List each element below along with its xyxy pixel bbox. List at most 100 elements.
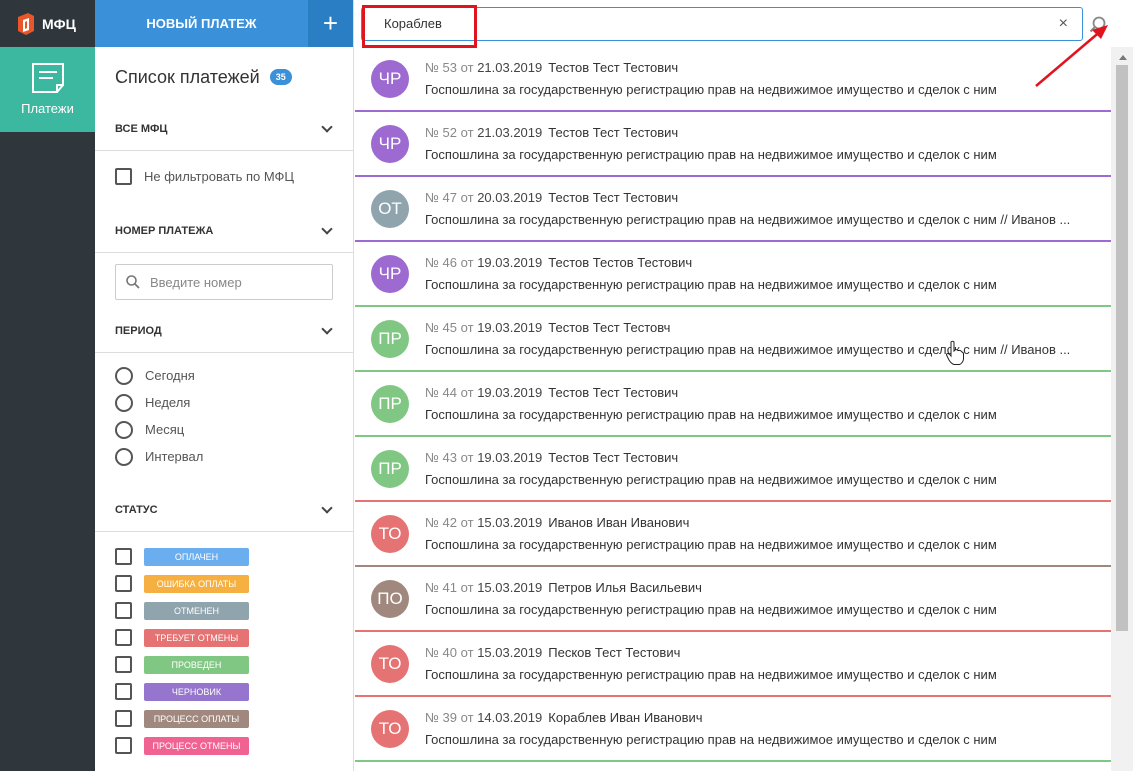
status-filter-option[interactable]: ОТМЕНЕН	[95, 597, 353, 624]
avatar: ОТ	[371, 189, 409, 228]
period-option-month[interactable]: Месяц	[95, 416, 353, 443]
payment-row[interactable]: ОТ № 47 от 20.03.2019 Тестов Тест Тестович…	[355, 177, 1111, 242]
scroll-thumb[interactable]	[1116, 65, 1128, 631]
payment-number-placeholder: Введите номер	[150, 274, 242, 290]
status-filter-option[interactable]: ОПЛАЧЕН	[95, 543, 353, 570]
payment-description: Госпошлина за государственную регистраци…	[425, 82, 997, 97]
no-filter-mfc-option[interactable]: Не фильтровать по МФЦ	[95, 151, 353, 201]
payment-row[interactable]: ПР № 45 от 19.03.2019 Тестов Тест Тестовч Г…	[355, 307, 1111, 372]
payment-number: № 45	[425, 320, 458, 335]
payment-description: Госпошлина за государственную регистраци…	[425, 472, 997, 487]
logo[interactable]: МФЦ	[0, 0, 95, 47]
section-period-toggle[interactable]: ПЕРИОД	[95, 309, 353, 353]
payment-row[interactable]: ЧР № 53 от 21.03.2019 Тестов Тест Тестович…	[355, 47, 1111, 112]
status-checkbox[interactable]	[115, 548, 132, 565]
payment-date-prefix: от	[460, 320, 474, 335]
payer-name: Кораблев Иван Иванович	[548, 710, 703, 725]
section-status-toggle[interactable]: СТАТУС	[95, 488, 353, 532]
payment-description: Госпошлина за государственную регистраци…	[425, 537, 997, 552]
status-checkbox[interactable]	[115, 629, 132, 646]
status-badge: ЧЕРНОВИК	[144, 682, 249, 701]
status-badge: ОШИБКА ОПЛАТЫ	[144, 574, 249, 593]
payment-date: 19.03.2019	[477, 320, 543, 335]
payment-description: Госпошлина за государственную регистраци…	[425, 407, 997, 422]
section-period-label: ПЕРИОД	[115, 324, 162, 337]
payment-number: № 47	[425, 190, 458, 205]
avatar: ЧР	[371, 124, 409, 163]
payment-date: 19.03.2019	[477, 255, 543, 270]
period-option-today[interactable]: Сегодня	[95, 362, 353, 389]
avatar: ТО	[371, 514, 409, 553]
add-payment-button[interactable]: +	[308, 0, 353, 47]
payment-row[interactable]: ЧР № 52 от 21.03.2019 Тестов Тест Тестович…	[355, 112, 1111, 177]
payment-description: Госпошлина за государственную регистраци…	[425, 277, 997, 292]
no-filter-checkbox[interactable]	[115, 167, 132, 185]
payment-date: 19.03.2019	[477, 450, 543, 465]
status-checkbox[interactable]	[115, 656, 132, 673]
status-filter-option[interactable]: ОШИБКА ОПЛАТЫ	[95, 570, 353, 597]
section-number-toggle[interactable]: НОМЕР ПЛАТЕЖА	[95, 209, 353, 253]
status-checkbox[interactable]	[115, 683, 132, 700]
period-label: Интервал	[145, 449, 204, 464]
nav-item-label: Платежи	[21, 101, 74, 116]
avatar: ТО	[371, 644, 409, 683]
status-filter-option[interactable]: ПРОВЕДЕН	[95, 651, 353, 678]
payer-name: Песков Тест Тестович	[548, 645, 681, 660]
status-filter-option[interactable]: ПРОЦЕСС ОПЛАТЫ	[95, 705, 353, 732]
payment-date-prefix: от	[460, 385, 474, 400]
payment-row[interactable]: ПР № 44 от 19.03.2019 Тестов Тест Тестович…	[355, 372, 1111, 437]
payment-description: Госпошлина за государственную регистраци…	[425, 212, 1071, 227]
payer-name: Тестов Тест Тестович	[548, 190, 679, 205]
count-badge: 35	[269, 69, 292, 85]
payment-date-prefix: от	[460, 515, 474, 530]
period-radio[interactable]	[115, 420, 133, 439]
avatar: ПО	[371, 579, 409, 618]
period-radio[interactable]	[115, 393, 133, 412]
section-mfc-toggle[interactable]: ВСЕ МФЦ	[95, 107, 353, 151]
payment-date: 19.03.2019	[477, 385, 543, 400]
status-checkbox[interactable]	[115, 575, 132, 592]
status-filter-option[interactable]: ПРОЦЕСС ОТМЕНЫ	[95, 732, 353, 759]
payment-number-input[interactable]: Введите номер	[115, 264, 333, 300]
period-radio[interactable]	[115, 366, 133, 385]
status-checkbox[interactable]	[115, 710, 132, 727]
scroll-up-icon[interactable]	[1119, 55, 1127, 60]
payment-date: 15.03.2019	[477, 580, 543, 595]
payment-description: Госпошлина за государственную регистраци…	[425, 667, 997, 682]
payment-date: 15.03.2019	[477, 515, 543, 530]
period-option-week[interactable]: Неделя	[95, 389, 353, 416]
status-filter-option[interactable]: ЧЕРНОВИК	[95, 678, 353, 705]
period-radio[interactable]	[115, 447, 133, 466]
avatar: ЧР	[371, 59, 409, 98]
payment-number: № 42	[425, 515, 458, 530]
search-icon	[126, 275, 140, 289]
period-option-interval[interactable]: Интервал	[95, 443, 353, 470]
payment-description: Госпошлина за государственную регистраци…	[425, 732, 997, 747]
payment-date: 21.03.2019	[477, 125, 543, 140]
status-checkbox[interactable]	[115, 737, 132, 754]
payment-row[interactable]: ТО № 39 от 14.03.2019 Кораблев Иван Иванов…	[355, 697, 1111, 762]
avatar: ТО	[371, 709, 409, 748]
logo-text: МФЦ	[42, 15, 76, 32]
new-payment-button[interactable]: НОВЫЙ ПЛАТЕЖ	[95, 0, 308, 47]
payer-name: Иванов Иван Иванович	[548, 515, 690, 530]
avatar: ПР	[371, 319, 409, 358]
scrollbar[interactable]	[1111, 47, 1133, 771]
document-icon	[31, 63, 64, 93]
section-status-label: СТАТУС	[115, 503, 158, 516]
period-label: Неделя	[145, 395, 191, 410]
period-label: Сегодня	[145, 368, 195, 383]
chevron-down-icon	[321, 120, 333, 133]
payment-row[interactable]: ТО № 40 от 15.03.2019 Песков Тест Тестович…	[355, 632, 1111, 697]
payment-row[interactable]: ПР № 43 от 19.03.2019 Тестов Тест Тестович…	[355, 437, 1111, 502]
status-checkbox[interactable]	[115, 602, 132, 619]
payer-name: Тестов Тестов Тестович	[548, 255, 693, 270]
chevron-down-icon	[321, 322, 333, 335]
payer-name: Тестов Тест Тестовч	[548, 320, 671, 335]
payment-row[interactable]: ЧР № 46 от 19.03.2019 Тестов Тестов Тестов…	[355, 242, 1111, 307]
status-badge: ПРОЦЕСС ОТМЕНЫ	[144, 736, 249, 755]
status-filter-option[interactable]: ТРЕБУЕТ ОТМЕНЫ	[95, 624, 353, 651]
nav-item-payments[interactable]: Платежи	[0, 47, 95, 132]
payment-row[interactable]: ПО № 41 от 15.03.2019 Петров Илья Васильев…	[355, 567, 1111, 632]
payment-row[interactable]: ТО № 42 от 15.03.2019 Иванов Иван Иванович…	[355, 502, 1111, 567]
